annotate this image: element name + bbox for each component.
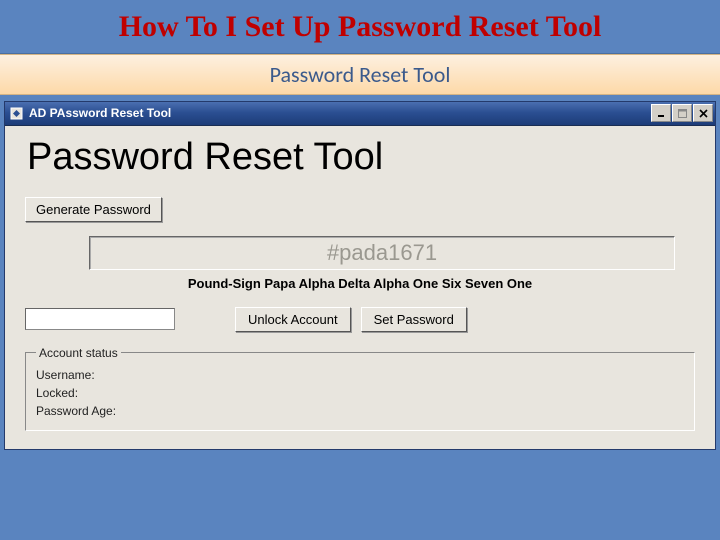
maximize-button[interactable] (672, 104, 692, 122)
phonetic-spelling: Pound-Sign Papa Alpha Delta Alpha One Si… (25, 276, 695, 291)
set-password-button[interactable]: Set Password (361, 307, 467, 332)
subtitle-text: Password Reset Tool (270, 61, 451, 88)
status-password-age-label: Password Age: (36, 402, 684, 420)
minimize-button[interactable] (651, 104, 671, 122)
password-display: #pada1671 (89, 236, 675, 270)
app-heading: Password Reset Tool (27, 136, 695, 179)
status-locked-label: Locked: (36, 384, 684, 402)
action-buttons: Unlock Account Set Password (235, 307, 467, 332)
window-titlebar: AD PAssword Reset Tool (5, 102, 715, 126)
generate-password-button[interactable]: Generate Password (25, 197, 162, 222)
window-title: AD PAssword Reset Tool (29, 106, 171, 120)
window-body: Password Reset Tool Generate Password #p… (5, 126, 715, 449)
password-value: #pada1671 (327, 240, 437, 266)
app-icon (9, 106, 23, 120)
status-legend: Account status (36, 346, 121, 360)
subtitle-bar: Password Reset Tool (0, 54, 720, 95)
action-row: Unlock Account Set Password (25, 307, 695, 332)
username-input[interactable] (25, 308, 175, 330)
titlebar-left: AD PAssword Reset Tool (9, 106, 171, 120)
close-button[interactable] (693, 104, 713, 122)
slide-title-bar: How To I Set Up Password Reset Tool (0, 0, 720, 54)
status-username-label: Username: (36, 366, 684, 384)
slide-title: How To I Set Up Password Reset Tool (20, 10, 700, 45)
account-status-group: Account status Username: Locked: Passwor… (25, 346, 695, 431)
app-window: AD PAssword Reset Tool Password Reset To… (4, 101, 716, 450)
unlock-account-button[interactable]: Unlock Account (235, 307, 351, 332)
window-controls (650, 104, 713, 122)
